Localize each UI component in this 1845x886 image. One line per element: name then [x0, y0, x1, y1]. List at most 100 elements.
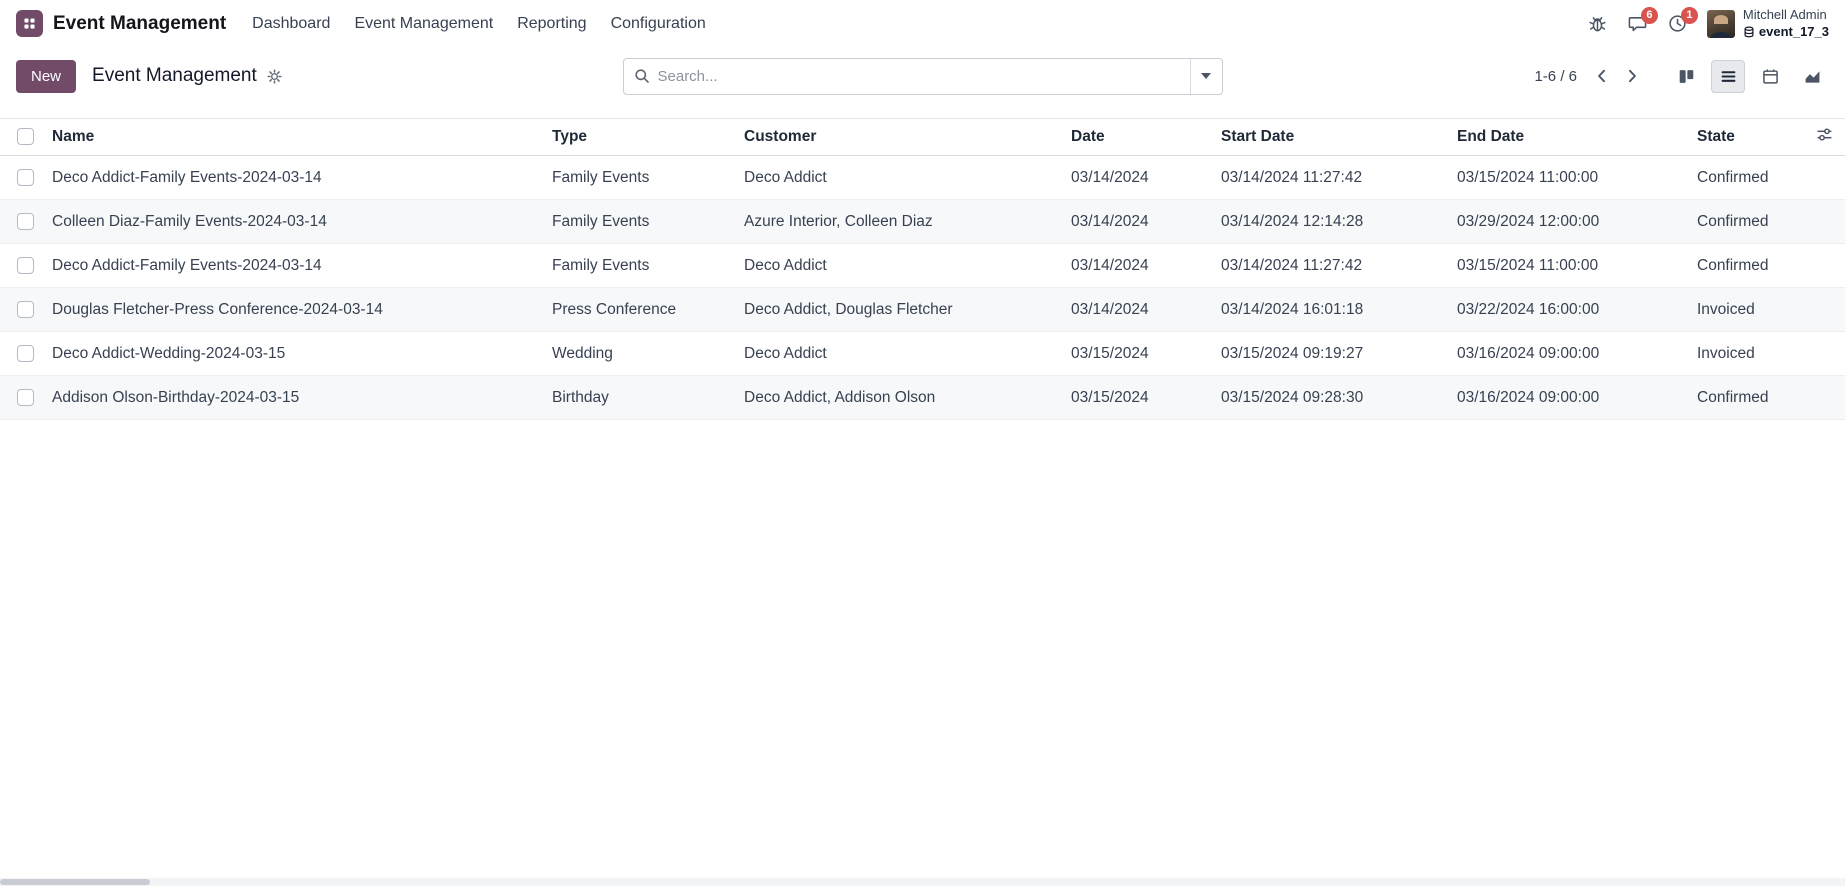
select-all-cell — [0, 119, 44, 156]
cell-state: Invoiced — [1689, 332, 1805, 376]
chevron-left-icon — [1593, 67, 1611, 85]
column-header-date[interactable]: Date — [1063, 119, 1213, 156]
row-checkbox[interactable] — [17, 257, 34, 274]
graph-view-icon — [1804, 68, 1821, 85]
cell-name: Deco Addict-Family Events-2024-03-14 — [44, 244, 544, 288]
search-icon — [634, 68, 650, 84]
cell-name: Deco Addict-Family Events-2024-03-14 — [44, 156, 544, 200]
row-checkbox-cell — [0, 288, 44, 332]
pager-range: 1-6 / 6 — [1534, 68, 1577, 85]
cell-start-date: 03/14/2024 11:27:42 — [1213, 156, 1449, 200]
cell-start-date: 03/14/2024 12:14:28 — [1213, 200, 1449, 244]
table-row[interactable]: Douglas Fletcher-Press Conference-2024-0… — [0, 288, 1845, 332]
view-kanban-button[interactable] — [1669, 60, 1703, 93]
messages-count-badge: 6 — [1641, 7, 1658, 24]
row-checkbox[interactable] — [17, 301, 34, 318]
column-header-end-date[interactable]: End Date — [1449, 119, 1689, 156]
row-checkbox[interactable] — [17, 389, 34, 406]
column-header-name[interactable]: Name — [44, 119, 544, 156]
cell-spacer — [1805, 156, 1845, 200]
view-graph-button[interactable] — [1795, 60, 1829, 93]
cell-name: Colleen Diaz-Family Events-2024-03-14 — [44, 200, 544, 244]
cell-type: Family Events — [544, 244, 736, 288]
menu-configuration[interactable]: Configuration — [599, 7, 718, 41]
app-brand-title[interactable]: Event Management — [53, 13, 226, 35]
action-gear-icon[interactable] — [267, 69, 282, 84]
row-checkbox-cell — [0, 244, 44, 288]
pager-previous-button[interactable] — [1587, 60, 1617, 92]
column-header-start-date[interactable]: Start Date — [1213, 119, 1449, 156]
user-avatar — [1707, 10, 1735, 38]
search-field-area — [624, 59, 1190, 94]
view-list-button[interactable] — [1711, 60, 1745, 93]
column-header-state[interactable]: State — [1689, 119, 1805, 156]
row-checkbox[interactable] — [17, 169, 34, 186]
user-name: Mitchell Admin — [1743, 7, 1829, 23]
events-table: Name Type Customer Date Start Date End D… — [0, 118, 1845, 420]
row-checkbox[interactable] — [17, 345, 34, 362]
column-header-type[interactable]: Type — [544, 119, 736, 156]
row-checkbox-cell — [0, 156, 44, 200]
table-body: Deco Addict-Family Events-2024-03-14 Fam… — [0, 156, 1845, 420]
cell-end-date: 03/15/2024 11:00:00 — [1449, 244, 1689, 288]
cell-spacer — [1805, 200, 1845, 244]
new-button[interactable]: New — [16, 60, 76, 93]
cell-start-date: 03/14/2024 11:27:42 — [1213, 244, 1449, 288]
activities-count-badge: 1 — [1681, 7, 1698, 24]
user-menu[interactable]: Mitchell Admin event_17_3 — [1707, 7, 1829, 40]
cell-spacer — [1805, 332, 1845, 376]
cell-start-date: 03/15/2024 09:28:30 — [1213, 376, 1449, 420]
table-row[interactable]: Colleen Diaz-Family Events-2024-03-14 Fa… — [0, 200, 1845, 244]
row-checkbox[interactable] — [17, 213, 34, 230]
table-row[interactable]: Deco Addict-Wedding-2024-03-15 Wedding D… — [0, 332, 1845, 376]
cell-start-date: 03/14/2024 16:01:18 — [1213, 288, 1449, 332]
cell-type: Family Events — [544, 200, 736, 244]
cell-customer: Deco Addict — [736, 332, 1063, 376]
messages-icon[interactable]: 6 — [1627, 13, 1649, 35]
menu-dashboard[interactable]: Dashboard — [240, 7, 342, 41]
cell-type: Family Events — [544, 156, 736, 200]
cell-customer: Deco Addict — [736, 156, 1063, 200]
cell-date: 03/14/2024 — [1063, 288, 1213, 332]
activities-clock-icon[interactable]: 1 — [1667, 13, 1689, 35]
pager-next-button[interactable] — [1617, 60, 1647, 92]
menu-reporting[interactable]: Reporting — [505, 7, 598, 41]
cell-end-date: 03/29/2024 12:00:00 — [1449, 200, 1689, 244]
cell-date: 03/14/2024 — [1063, 156, 1213, 200]
cell-type: Press Conference — [544, 288, 736, 332]
cell-name: Douglas Fletcher-Press Conference-2024-0… — [44, 288, 544, 332]
app-menu-icon[interactable] — [16, 10, 43, 37]
cell-start-date: 03/15/2024 09:19:27 — [1213, 332, 1449, 376]
main-menu: Dashboard Event Management Reporting Con… — [240, 7, 718, 41]
grid-icon — [22, 16, 37, 31]
cell-state: Confirmed — [1689, 156, 1805, 200]
cell-type: Wedding — [544, 332, 736, 376]
chevron-down-icon — [1201, 73, 1211, 79]
cell-end-date: 03/16/2024 09:00:00 — [1449, 376, 1689, 420]
cell-name: Deco Addict-Wedding-2024-03-15 — [44, 332, 544, 376]
horizontal-scrollbar-track[interactable] — [0, 878, 1845, 886]
cell-spacer — [1805, 244, 1845, 288]
table-row[interactable]: Deco Addict-Family Events-2024-03-14 Fam… — [0, 244, 1845, 288]
select-all-checkbox[interactable] — [17, 128, 34, 145]
cell-date: 03/14/2024 — [1063, 244, 1213, 288]
table-header: Name Type Customer Date Start Date End D… — [0, 119, 1845, 156]
menu-event-management[interactable]: Event Management — [342, 7, 505, 41]
search-dropdown-toggle[interactable] — [1190, 59, 1222, 94]
table-row[interactable]: Deco Addict-Family Events-2024-03-14 Fam… — [0, 156, 1845, 200]
column-header-customer[interactable]: Customer — [736, 119, 1063, 156]
optional-columns-cell — [1805, 119, 1845, 156]
cell-end-date: 03/16/2024 09:00:00 — [1449, 332, 1689, 376]
cell-type: Birthday — [544, 376, 736, 420]
cell-customer: Deco Addict, Douglas Fletcher — [736, 288, 1063, 332]
cell-spacer — [1805, 376, 1845, 420]
debug-bug-icon[interactable] — [1587, 13, 1609, 35]
cell-date: 03/14/2024 — [1063, 200, 1213, 244]
optional-columns-icon[interactable] — [1816, 126, 1833, 143]
cell-end-date: 03/22/2024 16:00:00 — [1449, 288, 1689, 332]
table-row[interactable]: Addison Olson-Birthday-2024-03-15 Birthd… — [0, 376, 1845, 420]
search-bar — [623, 58, 1223, 95]
search-input[interactable] — [658, 68, 1180, 85]
horizontal-scrollbar-thumb[interactable] — [0, 879, 150, 885]
view-calendar-button[interactable] — [1753, 60, 1787, 93]
